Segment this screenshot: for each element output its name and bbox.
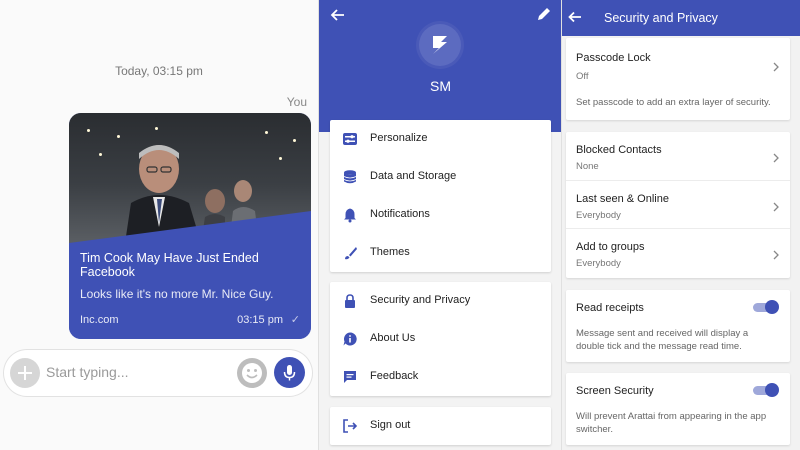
menu-group-secondary: Security and Privacy About Us Feedback: [330, 282, 551, 396]
screen-security-toggle[interactable]: [753, 383, 779, 397]
plus-icon[interactable]: [10, 358, 40, 388]
link-source: Inc.com: [80, 314, 119, 326]
message-input[interactable]: [46, 364, 196, 380]
privacy-card: Blocked Contacts None Last seen & Online…: [566, 132, 790, 278]
passcode-lock-setting[interactable]: Passcode Lock Off Set passcode to add an…: [566, 38, 790, 120]
feedback-icon: [344, 371, 356, 383]
link-title: Tim Cook May Have Just Ended Facebook: [80, 251, 259, 279]
chat-screen: Today, 03:15 pm You Tim Cook May Have Ju…: [0, 0, 318, 450]
chevron-right-icon: [773, 153, 779, 163]
message-time: 03:15 pm: [237, 314, 283, 326]
emoji-icon[interactable]: [237, 358, 267, 388]
menu-item-themes[interactable]: Themes: [330, 234, 551, 272]
link-preview-message[interactable]: Tim Cook May Have Just Ended Facebook Lo…: [69, 113, 311, 339]
add-to-groups-setting[interactable]: Add to groups Everybody: [566, 228, 790, 276]
menu-item-personalize[interactable]: Personalize: [330, 120, 551, 158]
sign-out-button[interactable]: Sign out: [330, 407, 551, 445]
setting-value: Off: [576, 71, 589, 82]
back-arrow-icon[interactable]: [329, 6, 347, 24]
setting-title: Passcode Lock: [576, 52, 651, 64]
menu-item-label: Notifications: [370, 208, 430, 220]
mic-icon[interactable]: [274, 357, 305, 388]
message-composer: [4, 350, 312, 396]
info-bubble-icon: [343, 332, 357, 346]
sliders-icon: [343, 133, 357, 145]
menu-group-primary: Personalize Data and Storage Notificatio…: [330, 120, 551, 272]
menu-group-account: Sign out: [330, 407, 551, 445]
menu-screen: SM Personalize Data and Storage Notifica…: [318, 0, 561, 450]
chevron-right-icon: [773, 202, 779, 212]
sender-label: You: [286, 95, 307, 109]
check-icon: ✓: [290, 314, 300, 326]
last-seen-setting[interactable]: Last seen & Online Everybody: [566, 180, 790, 228]
menu-item-label: Data and Storage: [370, 170, 457, 182]
sign-out-icon: [343, 419, 358, 433]
setting-title: Add to groups: [576, 241, 645, 253]
bell-icon: [344, 208, 356, 223]
setting-value: None: [576, 161, 599, 172]
setting-description: Message sent and received will display a…: [576, 328, 749, 352]
setting-description: Set passcode to add an extra layer of se…: [576, 97, 771, 108]
blocked-contacts-setting[interactable]: Blocked Contacts None: [566, 132, 790, 180]
setting-value: Everybody: [576, 258, 621, 269]
profile-header: SM: [319, 0, 561, 132]
setting-title: Last seen & Online: [576, 193, 669, 205]
page-title: Security and Privacy: [604, 11, 718, 25]
pencil-icon[interactable]: [536, 6, 552, 22]
back-arrow-icon[interactable]: [567, 9, 583, 25]
menu-item-label: Feedback: [370, 370, 419, 382]
menu-item-label: About Us: [370, 332, 416, 344]
read-receipts-toggle[interactable]: [753, 300, 779, 314]
menu-item-label: Themes: [370, 246, 410, 258]
setting-title: Read receipts: [576, 302, 644, 314]
setting-title: Screen Security: [576, 385, 654, 397]
chevron-right-icon: [773, 62, 779, 72]
screen-security-setting: Screen Security Will prevent Arattai fro…: [566, 373, 790, 445]
security-privacy-screen: Security and Privacy Passcode Lock Off S…: [561, 0, 800, 450]
menu-item-label: Personalize: [370, 132, 428, 144]
lock-icon: [345, 294, 355, 308]
database-icon: [343, 170, 357, 184]
passcode-card: Passcode Lock Off Set passcode to add an…: [566, 38, 790, 120]
read-receipts-setting: Read receipts Message sent and received …: [566, 290, 790, 362]
link-subtitle: Looks like it's no more Mr. Nice Guy.: [80, 287, 274, 301]
profile-name: SM: [430, 78, 451, 94]
app-bar: Security and Privacy: [562, 0, 800, 36]
read-receipts-card: Read receipts Message sent and received …: [566, 290, 790, 362]
setting-description: Will prevent Arattai from appearing in t…: [576, 411, 767, 435]
menu-item-label: Security and Privacy: [370, 294, 471, 306]
setting-title: Blocked Contacts: [576, 144, 662, 156]
avatar[interactable]: [419, 24, 461, 66]
brush-icon: [345, 247, 357, 260]
menu-item-about-us[interactable]: About Us: [330, 320, 551, 358]
screen-security-card: Screen Security Will prevent Arattai fro…: [566, 373, 790, 445]
menu-item-data-and-storage[interactable]: Data and Storage: [330, 158, 551, 196]
menu-item-feedback[interactable]: Feedback: [330, 358, 551, 396]
date-separator: Today, 03:15 pm: [115, 64, 203, 78]
setting-value: Everybody: [576, 210, 621, 221]
menu-item-label: Sign out: [370, 419, 411, 431]
menu-item-security-and-privacy[interactable]: Security and Privacy: [330, 282, 551, 320]
card-overlay: [69, 211, 311, 339]
chevron-right-icon: [773, 250, 779, 260]
menu-item-notifications[interactable]: Notifications: [330, 196, 551, 234]
